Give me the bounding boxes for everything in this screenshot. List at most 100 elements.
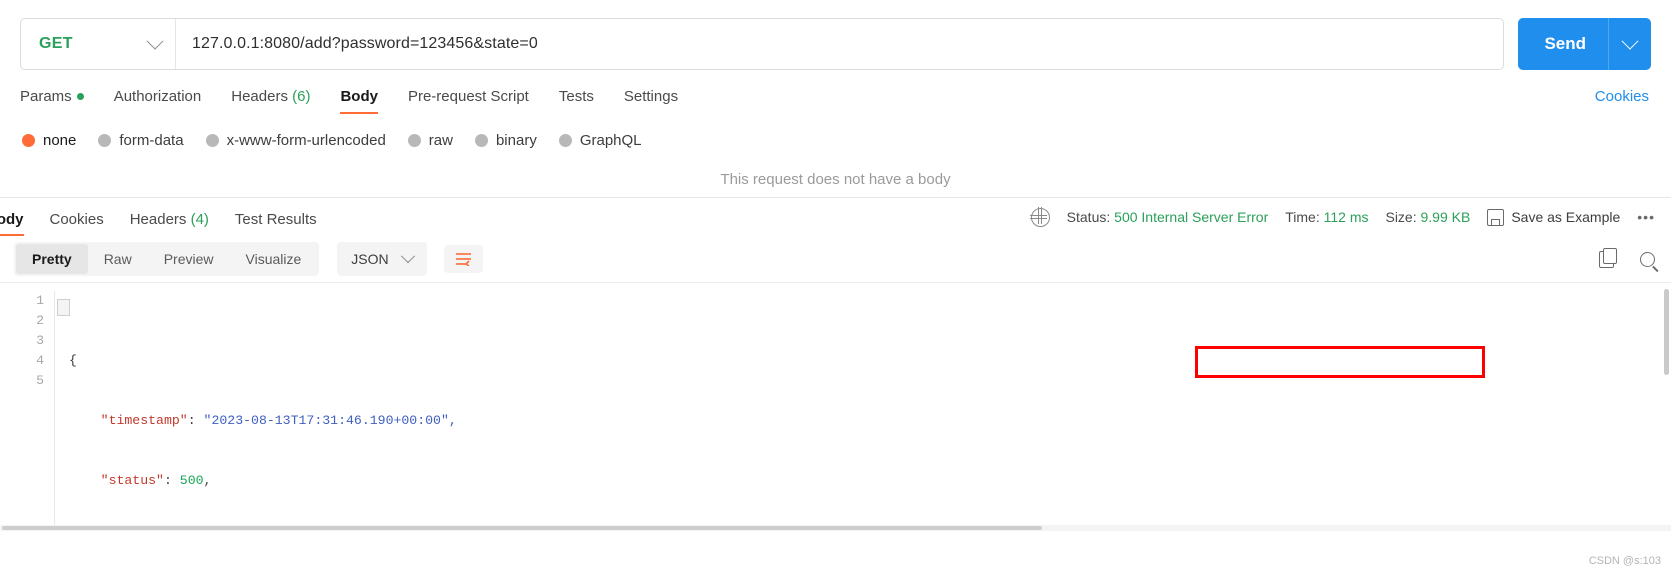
radio-icon xyxy=(558,134,572,147)
radio-graphql[interactable]: GraphQL xyxy=(558,132,642,149)
url-input[interactable]: 127.0.0.1:8080/add?password=123456&state… xyxy=(176,19,1503,69)
send-group: Send xyxy=(1518,18,1651,70)
language-select[interactable]: JSON xyxy=(337,242,427,276)
search-icon[interactable] xyxy=(1640,251,1655,267)
radio-icon xyxy=(474,134,488,147)
time-label: Time: xyxy=(1285,209,1320,225)
response-tab-body[interactable]: Body xyxy=(0,211,24,236)
json-value: 500 xyxy=(179,473,204,488)
cookies-link[interactable]: Cookies xyxy=(1595,88,1649,114)
radio-x-www-form-urlencoded[interactable]: x-www-form-urlencoded xyxy=(205,132,386,149)
radio-icon xyxy=(22,134,35,147)
more-options-button[interactable]: ••• xyxy=(1637,209,1655,225)
brace: { xyxy=(69,353,77,368)
json-key: "timestamp" xyxy=(100,413,188,428)
radio-icon xyxy=(205,134,219,147)
radio-icon xyxy=(98,134,112,147)
tab-tests[interactable]: Tests xyxy=(559,88,594,114)
method-select[interactable]: GET xyxy=(21,19,176,69)
scrollbar-thumb[interactable] xyxy=(2,526,1042,530)
colon: : xyxy=(163,473,180,488)
view-mode-group: Pretty Raw Preview Visualize xyxy=(14,242,320,276)
tab-settings[interactable]: Settings xyxy=(624,88,678,114)
time-value: 112 ms xyxy=(1323,209,1369,225)
language-label: JSON xyxy=(351,251,389,267)
chevron-down-icon xyxy=(400,249,415,264)
line-number-gutter: 1 2 3 4 5 xyxy=(0,291,54,531)
tab-label: Headers xyxy=(129,211,187,228)
line-number: 1 xyxy=(36,293,44,308)
method-label: GET xyxy=(39,35,73,52)
code-line-2: "timestamp": "2023-08-13T17:31:46.190+00… xyxy=(69,411,1671,431)
fold-toggle-icon[interactable] xyxy=(57,299,70,316)
body-type-radios: none form-data x-www-form-urlencoded raw… xyxy=(0,114,1671,149)
tab-headers[interactable]: Headers (6) xyxy=(231,88,310,114)
horizontal-scrollbar[interactable] xyxy=(0,525,1671,531)
headers-count: (6) xyxy=(292,88,311,105)
radio-binary[interactable]: binary xyxy=(474,132,537,149)
code-line-1: { xyxy=(69,351,1671,371)
tab-label: Params xyxy=(20,88,72,105)
wrap-lines-button[interactable] xyxy=(443,245,483,273)
line-number: 2 xyxy=(36,313,44,328)
headers-count: (4) xyxy=(190,211,209,228)
view-toolbar-right xyxy=(1599,247,1655,268)
view-mode-raw[interactable]: Raw xyxy=(88,244,148,274)
status-group: Status: 500 Internal Server Error xyxy=(1067,209,1269,225)
copy-icon[interactable] xyxy=(1599,247,1617,268)
response-tab-test-results[interactable]: Test Results xyxy=(235,211,317,236)
radio-label: none xyxy=(43,132,77,149)
view-mode-preview[interactable]: Preview xyxy=(148,244,230,274)
tab-label: Headers xyxy=(231,88,288,105)
wrap-lines-icon xyxy=(455,253,471,266)
response-body-viewer[interactable]: 1 2 3 4 5 { "timestamp": "2023-08-13T17:… xyxy=(0,282,1671,531)
line-number: 5 xyxy=(36,373,44,388)
size-value: 9.99 KB xyxy=(1420,209,1471,225)
watermark: CSDN @s:103 xyxy=(1588,555,1661,567)
response-tab-headers[interactable]: Headers (4) xyxy=(130,211,209,236)
radio-none[interactable]: none xyxy=(22,132,76,149)
json-code[interactable]: { "timestamp": "2023-08-13T17:31:46.190+… xyxy=(54,291,1671,531)
send-options-button[interactable] xyxy=(1608,18,1651,70)
chevron-down-icon xyxy=(146,32,164,50)
radio-label: form-data xyxy=(119,132,184,149)
status-value: 500 Internal Server Error xyxy=(1114,209,1269,225)
send-button[interactable]: Send xyxy=(1518,18,1608,70)
colon: : xyxy=(187,413,204,428)
code-area: 1 2 3 4 5 { "timestamp": "2023-08-13T17:… xyxy=(0,283,1671,531)
comma: , xyxy=(203,473,212,488)
response-header: Body Cookies Headers (4) Test Results St… xyxy=(0,198,1671,236)
tab-body[interactable]: Body xyxy=(340,88,378,114)
radio-label: x-www-form-urlencoded xyxy=(226,132,386,149)
response-view-toolbar: Pretty Raw Preview Visualize JSON xyxy=(0,236,1671,282)
line-number: 4 xyxy=(36,353,44,368)
vertical-scrollbar[interactable] xyxy=(1664,289,1669,375)
time-group: Time: 112 ms xyxy=(1285,209,1368,225)
tab-authorization[interactable]: Authorization xyxy=(114,88,202,114)
save-icon xyxy=(1487,208,1505,226)
save-as-example-label: Save as Example xyxy=(1511,209,1621,225)
radio-form-data[interactable]: form-data xyxy=(98,132,184,149)
size-group: Size: 9.99 KB xyxy=(1385,209,1470,225)
tab-params[interactable]: Params xyxy=(20,88,84,114)
view-mode-visualize[interactable]: Visualize xyxy=(230,244,318,274)
json-key: "status" xyxy=(100,473,164,488)
radio-label: GraphQL xyxy=(579,132,642,149)
no-body-note: This request does not have a body xyxy=(720,171,951,188)
line-number: 3 xyxy=(36,333,44,348)
chevron-down-icon xyxy=(1621,32,1639,50)
radio-raw[interactable]: raw xyxy=(407,132,453,149)
code-line-3: "status": 500, xyxy=(69,471,1671,491)
save-as-example-button[interactable]: Save as Example xyxy=(1487,208,1621,226)
radio-icon xyxy=(407,134,421,147)
response-meta: Status: 500 Internal Server Error Time: … xyxy=(1030,207,1655,227)
request-tabs: Params Authorization Headers (6) Body Pr… xyxy=(0,70,1671,114)
view-mode-pretty[interactable]: Pretty xyxy=(16,244,88,274)
json-value: "2023-08-13T17:31:46.190+00:00", xyxy=(203,413,457,428)
size-label: Size: xyxy=(1385,209,1417,225)
radio-label: binary xyxy=(495,132,537,149)
url-group: GET 127.0.0.1:8080/add?password=123456&s… xyxy=(20,18,1505,70)
response-tab-cookies[interactable]: Cookies xyxy=(50,211,104,236)
tab-pre-request-script[interactable]: Pre-request Script xyxy=(408,88,529,114)
unsaved-dot-icon xyxy=(76,93,84,100)
